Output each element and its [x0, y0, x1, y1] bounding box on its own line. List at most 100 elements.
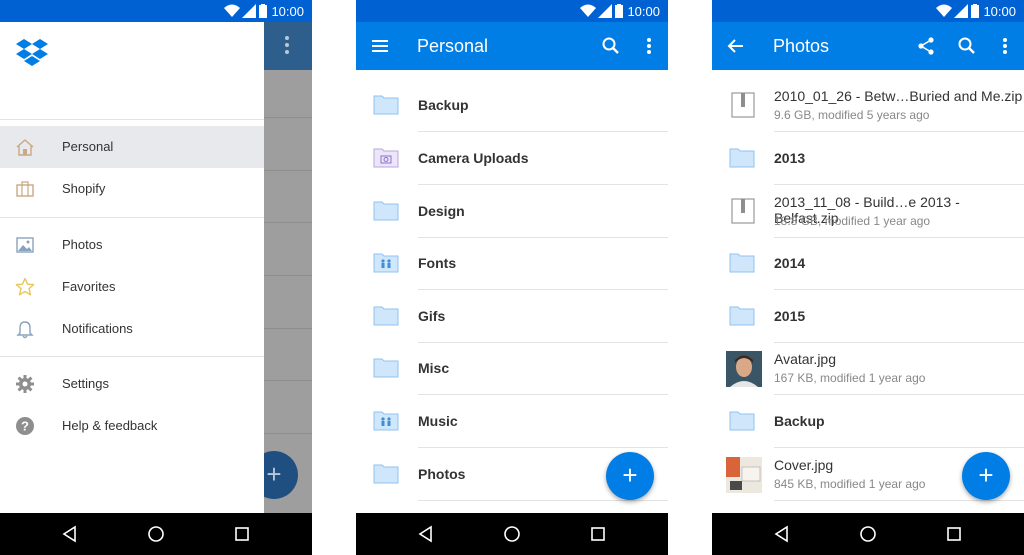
drawer-item-label: Shopify: [62, 181, 106, 196]
wifi-icon: [224, 4, 240, 17]
list-item[interactable]: Gifs: [356, 291, 668, 343]
folder-icon: [373, 201, 399, 221]
list-item[interactable]: Design: [356, 186, 668, 238]
back-nav-icon[interactable]: [772, 524, 792, 544]
list-item[interactable]: 2013_11_08 - Build…e 2013 - Belfast.zip …: [712, 186, 1024, 238]
list-item[interactable]: 2013: [712, 133, 1024, 185]
folder-icon: [373, 358, 399, 378]
item-name: 2010_01_26 - Betw…Buried and Me.zip: [774, 88, 1023, 104]
drawer-item-label: Personal: [62, 139, 114, 154]
search-icon[interactable]: [599, 34, 623, 58]
drawer-item-help[interactable]: ? Help & feedback: [0, 405, 264, 447]
status-bar: 10:00: [712, 0, 1024, 22]
folder-icon: [729, 253, 755, 273]
item-meta: 845 KB, modified 1 year ago: [774, 477, 926, 491]
shared-folder-icon: [373, 253, 399, 273]
help-icon: ?: [16, 417, 34, 435]
list-item[interactable]: Misc: [356, 343, 668, 395]
drawer-item-shopify[interactable]: Shopify: [0, 168, 264, 210]
signal-icon: [598, 4, 612, 18]
status-time: 10:00: [271, 4, 304, 19]
list-item[interactable]: 2014: [712, 238, 1024, 290]
folder-icon: [729, 148, 755, 168]
folder-icon: [373, 95, 399, 115]
recents-nav-icon[interactable]: [944, 524, 964, 544]
dropbox-logo: [16, 39, 48, 66]
folder-icon: [729, 411, 755, 431]
item-meta: 18.8 GB, modified 1 year ago: [774, 214, 931, 228]
phone-photos: 10:00 Photos 2010_01_26 - Betw…Buried an…: [712, 0, 1024, 555]
camera-folder-icon: [373, 148, 399, 168]
item-name: Camera Uploads: [418, 150, 529, 166]
recents-nav-icon[interactable]: [232, 524, 252, 544]
zip-icon: [731, 198, 755, 224]
recents-nav-icon[interactable]: [588, 524, 608, 544]
battery-icon: [259, 4, 267, 18]
drawer-item-photos[interactable]: Photos: [0, 224, 264, 266]
drawer-item-notifications[interactable]: Notifications: [0, 308, 264, 350]
search-icon[interactable]: [955, 34, 979, 58]
wifi-icon: [580, 4, 596, 17]
wifi-icon: [936, 4, 952, 17]
item-name: Cover.jpg: [774, 457, 834, 473]
more-vert-icon[interactable]: [993, 34, 1017, 58]
app-bar: Personal: [356, 22, 668, 70]
shared-folder-icon: [373, 411, 399, 431]
status-time: 10:00: [627, 4, 660, 19]
app-bar: Photos: [712, 22, 1024, 70]
drawer-item-label: Photos: [62, 237, 103, 252]
phone-drawer: 10:00 + Personal Shopify Photos Favorite…: [0, 0, 312, 555]
drawer-item-personal[interactable]: Personal: [0, 126, 264, 168]
drawer-item-label: Help & feedback: [62, 418, 158, 433]
share-icon[interactable]: [914, 34, 938, 58]
page-title: Personal: [417, 36, 489, 56]
more-vert-icon[interactable]: [637, 34, 661, 58]
list-item[interactable]: Backup: [356, 80, 668, 132]
plus-icon: +: [978, 460, 994, 490]
home-nav-icon[interactable]: [502, 524, 522, 544]
zip-icon: [731, 92, 755, 118]
svg-text:?: ?: [21, 419, 29, 434]
menu-icon[interactable]: [368, 34, 392, 58]
scrim[interactable]: +: [250, 22, 312, 513]
add-fab-button[interactable]: +: [606, 452, 654, 500]
home-nav-icon[interactable]: [146, 524, 166, 544]
home-icon: [16, 139, 34, 156]
list-item[interactable]: 2015: [712, 291, 1024, 343]
system-nav-bar: [0, 513, 312, 555]
item-meta: 9.6 GB, modified 5 years ago: [774, 108, 930, 122]
dimmed-appbar: [264, 22, 312, 70]
folder-icon: [373, 306, 399, 326]
item-name: 2013: [774, 150, 806, 166]
system-nav-bar: [712, 513, 1024, 555]
drawer-item-label: Notifications: [62, 321, 133, 336]
battery-icon: [615, 4, 623, 18]
drawer-item-label: Settings: [62, 376, 109, 391]
item-name: Backup: [418, 97, 469, 113]
system-nav-bar: [356, 513, 668, 555]
back-nav-icon[interactable]: [60, 524, 80, 544]
page-title: Photos: [773, 36, 830, 56]
drawer-item-settings[interactable]: Settings: [0, 363, 264, 405]
back-arrow-icon[interactable]: [724, 34, 748, 58]
list-item[interactable]: Avatar.jpg 167 KB, modified 1 year ago: [712, 343, 1024, 395]
item-name: Photos: [418, 466, 466, 482]
back-nav-icon[interactable]: [416, 524, 436, 544]
list-item[interactable]: Music: [356, 396, 668, 448]
drawer-item-favorites[interactable]: Favorites: [0, 266, 264, 308]
briefcase-icon: [16, 181, 34, 197]
item-name: 2015: [774, 308, 806, 324]
status-bar: 10:00: [0, 0, 312, 22]
add-fab-button[interactable]: +: [962, 452, 1010, 500]
list-item[interactable]: Backup: [712, 396, 1024, 448]
item-name: Fonts: [418, 255, 457, 271]
status-bar: 10:00: [356, 0, 668, 22]
status-time: 10:00: [983, 4, 1016, 19]
list-item[interactable]: Fonts: [356, 238, 668, 290]
list-item[interactable]: Camera Uploads: [356, 133, 668, 185]
folder-icon: [373, 464, 399, 484]
avatar-thumbnail: [726, 351, 762, 387]
list-item[interactable]: 2010_01_26 - Betw…Buried and Me.zip 9.6 …: [712, 80, 1024, 132]
home-nav-icon[interactable]: [858, 524, 878, 544]
navigation-drawer: Personal Shopify Photos Favorites Notifi…: [0, 22, 264, 513]
